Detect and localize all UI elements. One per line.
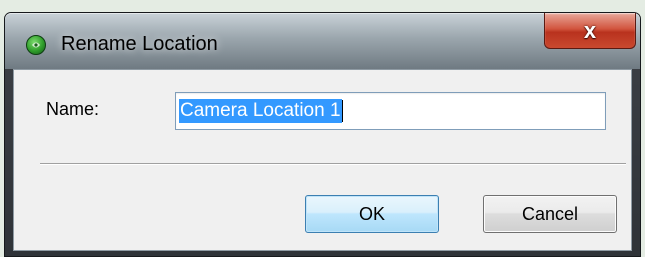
title-bar[interactable]: Rename Location x	[5, 13, 640, 69]
text-caret	[341, 100, 343, 122]
dialog-body: Name: Camera Location 1 OK Cancel	[13, 69, 632, 251]
name-label: Name:	[46, 99, 100, 119]
app-logo-icon	[26, 35, 46, 55]
cancel-button[interactable]: Cancel	[483, 195, 617, 233]
dialog-window: Rename Location x Name: Camera Location …	[4, 12, 641, 257]
name-input-value: Camera Location 1	[179, 99, 342, 123]
close-button[interactable]: x	[544, 13, 636, 49]
name-input[interactable]: Camera Location 1	[175, 92, 606, 130]
close-icon: x	[583, 17, 597, 43]
separator	[40, 163, 626, 165]
window-title: Rename Location	[61, 33, 218, 55]
ok-button[interactable]: OK	[305, 195, 439, 233]
